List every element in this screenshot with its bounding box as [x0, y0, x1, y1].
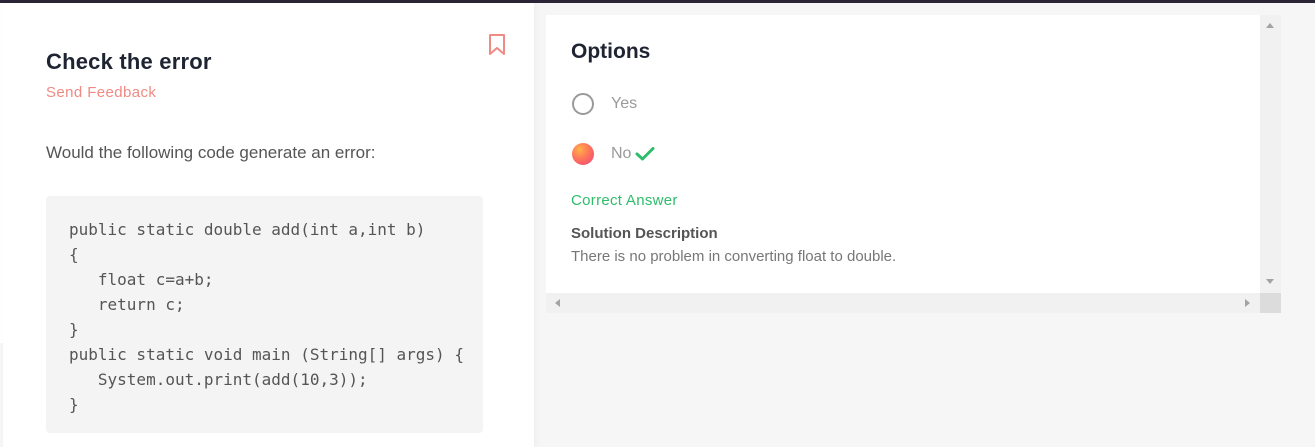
option-label: Yes	[611, 95, 638, 112]
options-title: Options	[571, 40, 651, 63]
options-card: Options Yes No Correct Answer Solution D…	[546, 15, 1260, 293]
option-label: No	[611, 145, 632, 162]
scrollbar-corner	[1260, 293, 1281, 313]
code-line: public static double add(int a,int b)	[69, 220, 426, 239]
scroll-down-arrow-icon[interactable]	[1266, 279, 1274, 284]
solution-title: Solution Description	[571, 225, 718, 242]
scroll-right-arrow-icon[interactable]	[1245, 299, 1250, 307]
code-line: float c=a+b;	[69, 270, 214, 289]
code-line: {	[69, 245, 79, 264]
send-feedback-link[interactable]: Send Feedback	[46, 84, 156, 101]
radio-unselected[interactable]	[572, 93, 594, 115]
question-prompt: Would the following code generate an err…	[46, 143, 376, 162]
horizontal-scrollbar[interactable]	[546, 293, 1260, 313]
code-line: return c;	[69, 295, 185, 314]
bookmark-icon[interactable]	[487, 33, 507, 57]
question-panel: Check the error Send Feedback Would the …	[3, 3, 534, 447]
code-block: public static double add(int a,int b) { f…	[46, 196, 483, 433]
option-no[interactable]: No	[572, 143, 692, 167]
option-yes[interactable]: Yes	[572, 93, 692, 117]
code-line: public static void main (String[] args) …	[69, 345, 464, 364]
code-line: }	[69, 320, 79, 339]
code-line: System.out.print(add(10,3));	[69, 370, 368, 389]
scroll-left-arrow-icon[interactable]	[555, 299, 560, 307]
radio-selected[interactable]	[572, 143, 594, 165]
scroll-up-arrow-icon[interactable]	[1266, 23, 1274, 28]
question-title: Check the error	[46, 49, 212, 74]
solution-text: There is no problem in converting float …	[571, 248, 897, 265]
vertical-scrollbar[interactable]	[1260, 15, 1281, 293]
correct-answer-label: Correct Answer	[571, 192, 678, 209]
code-line: }	[69, 395, 79, 414]
check-icon	[635, 147, 655, 161]
